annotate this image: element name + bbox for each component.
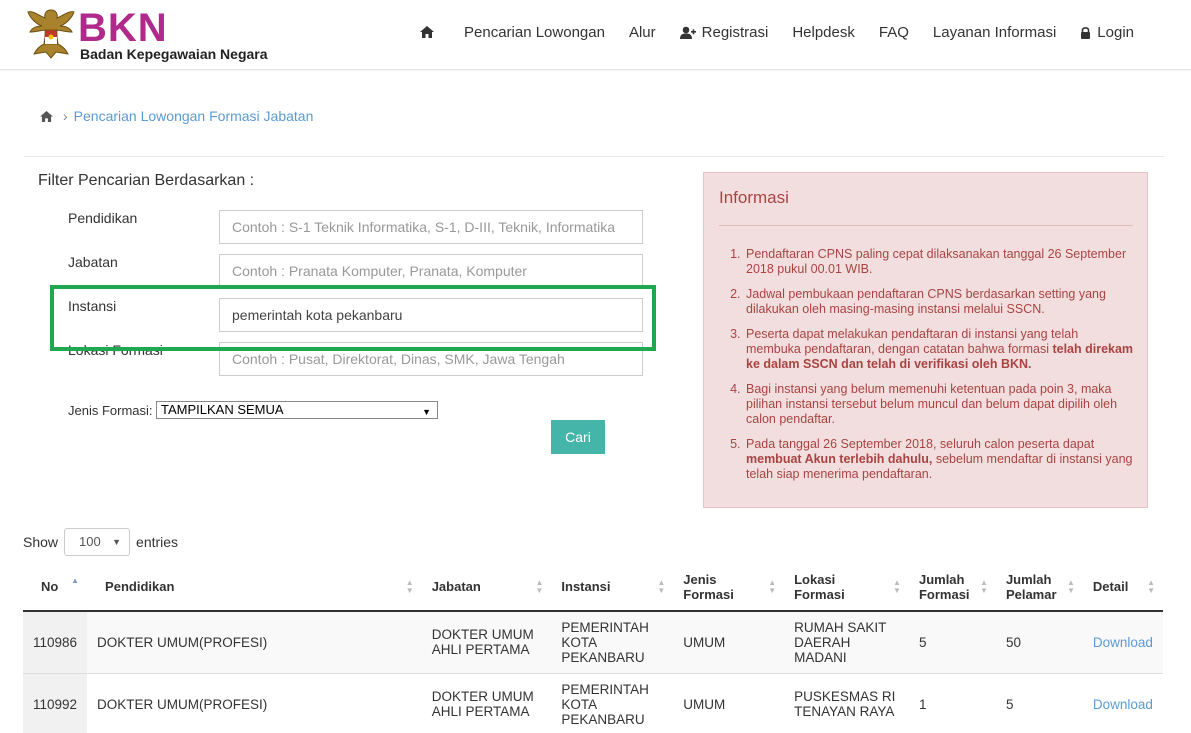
sort-icon: ▲ ▼ — [1066, 578, 1075, 595]
cell-instansi: PEMERINTAH KOTA PEKANBARU — [551, 673, 674, 733]
info-list: Pendaftaran CPNS paling cepat dilaksanak… — [744, 247, 1134, 492]
th-pendidikan[interactable]: Pendidikan ▲ ▼ — [87, 563, 422, 612]
cell-jabatan: DOKTER UMUM AHLI PERTAMA — [421, 611, 552, 674]
main-nav: Pencarian Lowongan Alur Registrasi Helpd… — [420, 20, 1158, 44]
home-icon — [420, 26, 434, 38]
show-label: Show — [23, 534, 59, 550]
cell-instansi: PEMERINTAH KOTA PEKANBARU — [551, 611, 674, 674]
nav-pencarian-lowongan[interactable]: Pencarian Lowongan — [464, 24, 605, 41]
sort-icon: ▲ ▼ — [768, 578, 777, 595]
info-item: Pendaftaran CPNS paling cepat dilaksanak… — [744, 247, 1134, 277]
entries-label: entries — [136, 534, 179, 550]
jabatan-input[interactable] — [219, 254, 643, 288]
nav-alur[interactable]: Alur — [629, 24, 656, 41]
cell-pendidikan: DOKTER UMUM(PROFESI) — [87, 611, 422, 674]
sort-icon: ▲ ▼ — [405, 578, 414, 595]
table-header-row: No ▲ Pendidikan ▲ ▼ Jabatan ▲ ▼ Instansi ▲ ▼ Je… — [23, 563, 1163, 612]
cell-no: 110992 — [23, 673, 88, 733]
th-no[interactable]: No ▲ — [23, 563, 88, 612]
sort-icon: ▲ ▼ — [657, 578, 666, 595]
instansi-input[interactable] — [219, 298, 643, 332]
cell-jenis: UMUM — [673, 611, 785, 674]
user-plus-icon — [679, 26, 696, 39]
cell-jumlah-formasi: 1 — [908, 673, 996, 733]
sort-icon: ▲ ▼ — [1147, 578, 1155, 595]
info-item: Bagi instansi yang belum memenuhi ketent… — [744, 382, 1134, 427]
info-panel: Informasi Pendaftaran CPNS paling cepat … — [703, 172, 1148, 508]
table-row: 110992 DOKTER UMUM(PROFESI) DOKTER UMUM … — [23, 673, 1163, 733]
nav-layanan-informasi[interactable]: Layanan Informasi — [933, 24, 1056, 41]
th-lokasi-formasi[interactable]: Lokasi Formasi ▲ ▼ — [784, 563, 909, 612]
cell-jenis: UMUM — [673, 673, 785, 733]
cell-lokasi: PUSKESMAS RI TENAYAN RAYA — [784, 673, 909, 733]
info-title: Informasi — [719, 188, 789, 207]
entries-select[interactable]: 100 ▼ — [64, 528, 131, 556]
sort-asc-icon: ▲ — [71, 576, 80, 585]
info-item: Jadwal pembukaan pendaftaran CPNS berdas… — [744, 287, 1134, 317]
section-divider — [24, 156, 1164, 157]
cell-jumlah-pelamar: 50 — [995, 611, 1083, 674]
bkn-logo[interactable]: BKN Badan Kepegawaian Negara — [26, 4, 286, 64]
nav-login[interactable]: Login — [1080, 24, 1134, 41]
brand-subtitle: Badan Kepegawaian Negara — [80, 46, 268, 62]
nav-registrasi[interactable]: Registrasi — [679, 24, 768, 41]
lowongan-table: No ▲ Pendidikan ▲ ▼ Jabatan ▲ ▼ Instansi ▲ ▼ Je… — [23, 563, 1163, 733]
th-jabatan[interactable]: Jabatan ▲ ▼ — [421, 563, 552, 612]
instansi-label: Instansi — [68, 298, 117, 314]
top-navbar: BKN Badan Kepegawaian Negara Pencarian L… — [0, 0, 1191, 70]
download-link[interactable]: Download — [1082, 611, 1163, 674]
cell-pendidikan: DOKTER UMUM(PROFESI) — [87, 673, 422, 733]
garuda-emblem-icon — [27, 9, 75, 59]
th-detail[interactable]: Detail ▲ ▼ — [1082, 563, 1163, 612]
home-icon[interactable] — [40, 110, 53, 122]
filter-title: Filter Pencarian Berdasarkan : — [38, 172, 255, 189]
caret-down-icon: ▼ — [112, 537, 122, 547]
th-jumlah-pelamar[interactable]: Jumlah Pelamar ▲ ▼ — [995, 563, 1083, 612]
jenis-formasi-label: Jenis Formasi: — [68, 403, 153, 418]
cell-jumlah-formasi: 5 — [908, 611, 996, 674]
breadcrumb-separator-icon: › — [63, 108, 68, 124]
download-link[interactable]: Download — [1082, 673, 1163, 733]
th-instansi[interactable]: Instansi ▲ ▼ — [551, 563, 674, 612]
brand-title: BKN — [78, 6, 168, 50]
cell-lokasi: RUMAH SAKIT DAERAH MADANI — [784, 611, 909, 674]
caret-down-icon: ▼ — [422, 407, 431, 417]
pendidikan-input[interactable] — [219, 210, 643, 244]
info-item: Peserta dapat melakukan pendaftaran di i… — [744, 327, 1134, 372]
pendidikan-label: Pendidikan — [68, 210, 138, 226]
th-jenis-formasi[interactable]: Jenis Formasi ▲ ▼ — [673, 563, 785, 612]
breadcrumb-current[interactable]: Pencarian Lowongan Formasi Jabatan — [74, 108, 314, 124]
sort-icon: ▲ ▼ — [535, 578, 544, 595]
entries-control: Show 100 ▼ entries — [23, 528, 178, 556]
jenis-formasi-select[interactable]: TAMPILKAN SEMUA ▼ — [156, 401, 438, 419]
info-item: Pada tanggal 26 September 2018, seluruh … — [744, 437, 1134, 482]
sort-icon: ▲ ▼ — [893, 578, 901, 595]
cell-jabatan: DOKTER UMUM AHLI PERTAMA — [421, 673, 552, 733]
nav-home[interactable] — [420, 26, 440, 38]
nav-faq[interactable]: FAQ — [879, 24, 909, 41]
info-divider — [719, 225, 1133, 226]
cell-jumlah-pelamar: 5 — [995, 673, 1083, 733]
jabatan-label: Jabatan — [68, 254, 118, 270]
nav-helpdesk[interactable]: Helpdesk — [792, 24, 855, 41]
lock-icon — [1081, 26, 1091, 39]
lokasi-formasi-label: Lokasi Formasi — [68, 342, 163, 358]
sort-icon: ▲ ▼ — [980, 578, 988, 595]
breadcrumb: › Pencarian Lowongan Formasi Jabatan — [40, 108, 313, 124]
search-button[interactable]: Cari — [551, 420, 605, 454]
cell-no: 110986 — [23, 611, 88, 674]
th-jumlah-formasi[interactable]: Jumlah Formasi ▲ ▼ — [908, 563, 996, 612]
lokasi-formasi-input[interactable] — [219, 342, 643, 376]
table-row: 110986 DOKTER UMUM(PROFESI) DOKTER UMUM … — [23, 611, 1163, 674]
